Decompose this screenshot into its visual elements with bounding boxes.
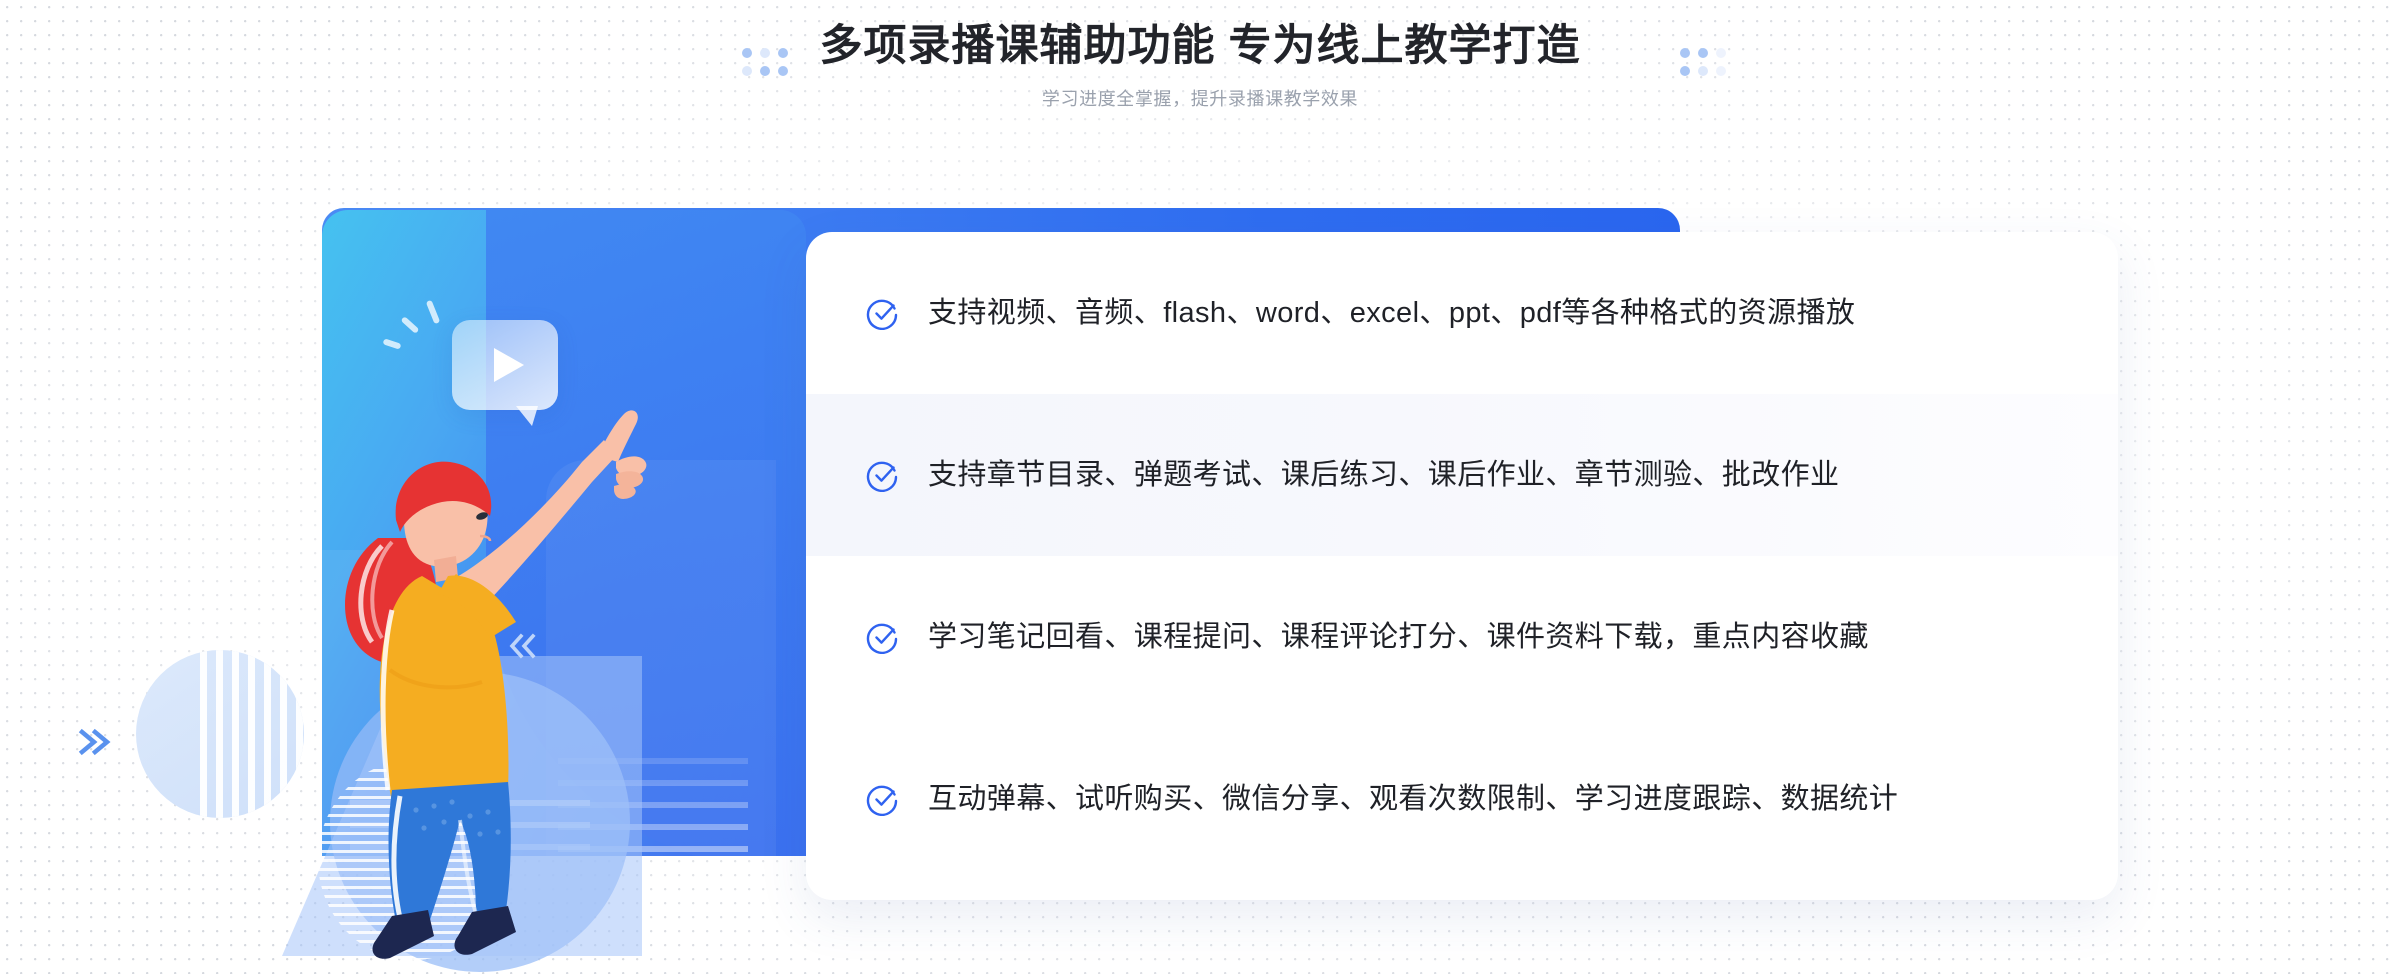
feature-row[interactable]: 学习笔记回看、课程提问、课程评论打分、课件资料下载，重点内容收藏 (806, 556, 2118, 718)
decor-dot (760, 66, 770, 76)
check-circle-icon (866, 785, 898, 816)
feature-list: 支持视频、音频、flash、word、excel、ppt、pdf等各种格式的资源… (806, 232, 2118, 900)
feature-row[interactable]: 互动弹幕、试听购买、微信分享、观看次数限制、学习进度跟踪、数据统计 (806, 718, 2118, 880)
person-illustration (345, 410, 647, 959)
decor-dot (1716, 48, 1726, 58)
check-circle-icon (866, 299, 898, 330)
shoe (372, 910, 434, 959)
decor-dot (742, 48, 752, 58)
feature-text: 互动弹幕、试听购买、微信分享、观看次数限制、学习进度跟踪、数据统计 (928, 783, 1899, 815)
header: 多项录播课辅助功能 专为线上教学打造 学习进度全掌握，提升录播课教学效果 (0, 14, 2400, 112)
decor-dot (1698, 66, 1708, 76)
decor-dot (1680, 48, 1690, 58)
page-subtitle: 学习进度全掌握，提升录播课教学效果 (1041, 89, 1359, 109)
decor-dot (742, 66, 752, 76)
feature-text: 学习笔记回看、课程提问、课程评论打分、课件资料下载，重点内容收藏 (928, 621, 1869, 653)
decor-dot (1716, 66, 1726, 76)
decor-dot (760, 48, 770, 58)
check-circle-icon (866, 623, 898, 654)
dot-cluster-right (1680, 48, 1726, 76)
decor-dot (1698, 48, 1708, 58)
decor-dot (778, 66, 788, 76)
hand (598, 410, 647, 499)
feature-text: 支持章节目录、弹题考试、课后练习、课后作业、章节测验、批改作业 (928, 459, 1840, 491)
shoe (454, 906, 516, 955)
check-circle-icon (866, 461, 898, 492)
decor-dot (778, 48, 788, 58)
feature-card: 支持视频、音频、flash、word、excel、ppt、pdf等各种格式的资源… (806, 232, 2118, 900)
jeans (388, 782, 511, 926)
feature-text: 支持视频、音频、flash、word、excel、ppt、pdf等各种格式的资源… (928, 297, 1856, 329)
feature-row[interactable]: 支持视频、音频、flash、word、excel、ppt、pdf等各种格式的资源… (806, 232, 2118, 394)
feature-row[interactable]: 支持章节目录、弹题考试、课后练习、课后作业、章节测验、批改作业 (806, 394, 2118, 556)
dot-cluster-left (742, 48, 788, 76)
promo-banner: 多项录播课辅助功能 专为线上教学打造 学习进度全掌握，提升录播课教学效果 支持视… (0, 0, 2400, 974)
page-title: 多项录播课辅助功能 专为线上教学打造 (819, 22, 1581, 70)
decor-striped-circle (192, 650, 314, 818)
double-chevron-right-icon (78, 728, 111, 756)
decor-dot (1680, 66, 1690, 76)
